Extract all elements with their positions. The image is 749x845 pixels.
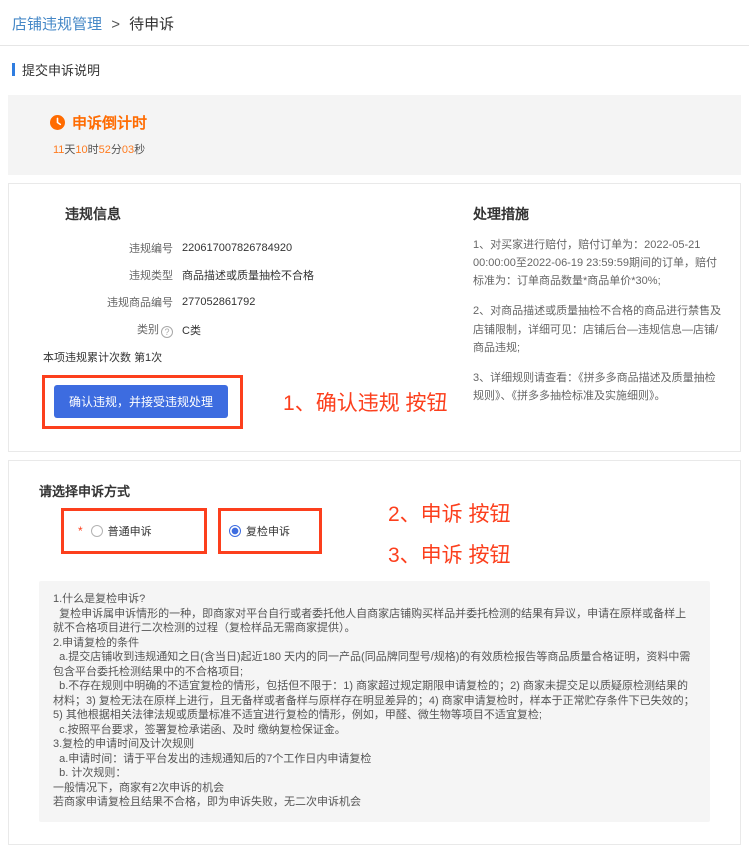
countdown-timer: 11天10时52分03秒	[53, 141, 741, 157]
handling-measures-section: 处理措施 1、对买家进行赔付，赔付订单为：2022-05-21 00:00:00…	[465, 204, 722, 429]
handling-item-3: 3、详细规则请查看：《拼多多商品描述及质量抽检规则》、《拼多多抽检标准及实施细则…	[473, 371, 716, 402]
notice-line: b.不存在规则中明确的不适宜复检的情形，包括但不限于：1) 商家超过规定期限申请…	[53, 680, 695, 722]
appeal-options-row: * 普通申诉 复检申诉 2、申诉 按钮 3、申诉 按钮	[61, 503, 710, 569]
product-id-label: 违规商品编号	[107, 297, 173, 309]
normal-appeal-label[interactable]: 普通申诉	[108, 523, 152, 539]
notice-line: 若商家申请复检且结果不合格，即为申诉失败，无二次申诉机会	[53, 796, 361, 809]
breadcrumb-link-violation-management[interactable]: 店铺违规管理	[12, 16, 102, 33]
notice-line: a.提交店铺收到违规通知之日(含当日)起近180 天内的同一产品(同品牌同型号/…	[53, 651, 691, 678]
annotation-text-option2: 3、申诉 按钮	[388, 544, 511, 567]
annotation-box-recheck-appeal: 复检申诉	[218, 508, 322, 554]
countdown-days: 11	[53, 144, 65, 156]
notice-line: a.申请时间：请于平台发出的违规通知后的7个工作日内申请复检	[53, 752, 372, 765]
category-value: C类	[182, 324, 201, 337]
violation-count-row: 本项违规累计次数 第1次	[43, 349, 465, 365]
annotation-box-normal-appeal: * 普通申诉	[61, 508, 207, 554]
violation-type-value: 商品描述或质量抽检不合格	[182, 270, 314, 282]
notice-line: 2.申请复检的条件	[53, 636, 140, 649]
violation-id-value: 220617007826784920	[182, 242, 293, 254]
handling-item-1: 1、对买家进行赔付，赔付订单为：2022-05-21 00:00:00至2022…	[473, 239, 717, 288]
countdown-minutes: 52	[98, 144, 111, 156]
countdown-hours-unit: 时	[87, 144, 99, 156]
annotation-box-confirm: 确认违规，并接受违规处理	[42, 375, 244, 429]
recheck-appeal-label[interactable]: 复检申诉	[246, 523, 290, 539]
appeal-annotations: 2、申诉 按钮 3、申诉 按钮	[388, 498, 511, 569]
appeal-countdown-panel: 申诉倒计时 11天10时52分03秒	[8, 95, 741, 175]
category-label-text: 类别	[137, 324, 159, 336]
notice-line: 复检申诉属申诉情形的一种，即商家对平台自行或者委托他人自商家店铺购买样品并委托检…	[53, 607, 687, 635]
violation-card: 违规信息 违规编号 220617007826784920 违规类型 商品描述或质…	[8, 183, 741, 452]
confirm-row: 确认违规，并接受违规处理 1、确认违规 按钮	[33, 375, 465, 429]
notice-line: 一般情况下，商家有2次申诉的机会	[53, 781, 225, 794]
countdown-hours: 10	[75, 144, 88, 156]
violation-count-label: 本项违规累计次数	[43, 352, 131, 364]
confirm-violation-button[interactable]: 确认违规，并接受违规处理	[54, 385, 229, 418]
clock-icon	[50, 115, 65, 130]
page-title-label: 提交申诉说明	[22, 63, 101, 78]
handling-item-2: 2、对商品描述或质量抽检不合格的商品进行禁售及店铺限制，详细可见：店铺后台—违规…	[473, 305, 722, 354]
appeal-card: 请选择申诉方式 * 普通申诉 复检申诉 2、申诉 按钮 3、申诉 按钮 1.什么…	[8, 460, 741, 845]
countdown-seconds: 03	[121, 144, 135, 156]
field-row-category: 类别? C类	[33, 321, 465, 338]
handling-measures-title: 处理措施	[473, 206, 529, 222]
annotation-text-option1: 2、申诉 按钮	[388, 503, 511, 526]
category-label: 类别?	[33, 321, 173, 338]
product-id-value: 277052861792	[182, 296, 256, 308]
required-mark: *	[78, 524, 83, 538]
countdown-title-row: 申诉倒计时	[50, 112, 741, 133]
violation-type-label: 违规类型	[129, 270, 173, 282]
radio-recheck-appeal[interactable]	[229, 525, 241, 537]
violation-count-value: 第1次	[134, 352, 163, 364]
countdown-seconds-unit: 秒	[134, 144, 146, 156]
field-row-product-id: 违规商品编号 277052861792	[33, 294, 465, 310]
notice-line: b. 计次规则：	[53, 767, 127, 780]
annotation-text-confirm: 1、确认违规 按钮	[283, 392, 448, 415]
breadcrumb: 店铺违规管理 > 待申诉	[0, 0, 749, 46]
notice-line: c.按照平台要求，签署复检承诺函、及时 缴纳复检保证金。	[53, 723, 346, 736]
field-row-violation-id: 违规编号 220617007826784920	[33, 240, 465, 256]
violation-info-section: 违规信息 违规编号 220617007826784920 违规类型 商品描述或质…	[33, 204, 465, 429]
field-row-violation-type: 违规类型 商品描述或质量抽检不合格	[33, 267, 465, 283]
breadcrumb-current-pending-appeal: 待申诉	[129, 16, 175, 33]
notice-line: 3.复检的申请时间及计次规则	[53, 738, 195, 751]
violation-id-label: 违规编号	[129, 243, 173, 255]
help-icon[interactable]: ?	[161, 326, 173, 338]
radio-normal-appeal[interactable]	[90, 525, 103, 537]
countdown-title: 申诉倒计时	[72, 115, 148, 132]
breadcrumb-separator: >	[111, 16, 120, 33]
countdown-days-unit: 天	[64, 144, 76, 156]
appeal-method-title: 请选择申诉方式	[39, 484, 131, 499]
page-title: 提交申诉说明	[0, 46, 749, 79]
violation-info-title: 违规信息	[65, 206, 121, 222]
recheck-appeal-notice: 1.什么是复检申诉? 复检申诉属申诉情形的一种，即商家对平台自行或者委托他人自商…	[39, 581, 710, 822]
countdown-minutes-unit: 分	[110, 144, 122, 156]
title-accent-bar	[12, 63, 15, 76]
notice-line: 1.什么是复检申诉?	[53, 593, 146, 605]
